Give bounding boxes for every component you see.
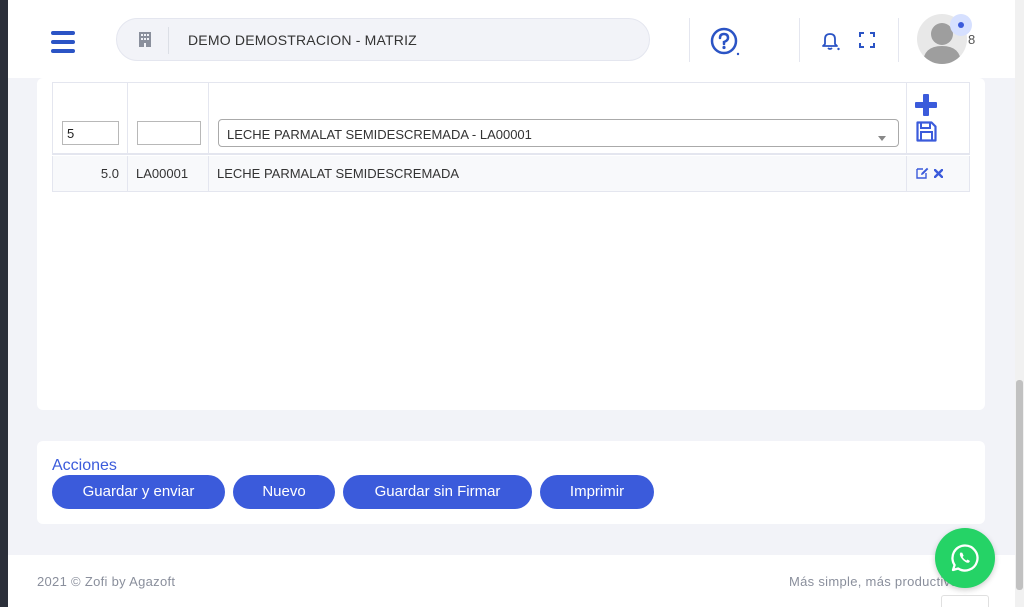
product-select[interactable]: LECHE PARMALAT SEMIDESCREMADA - LA00001 xyxy=(218,119,899,147)
quantity-input[interactable] xyxy=(62,121,119,145)
actions-card: Acciones Guardar y enviar Nuevo Guardar … xyxy=(37,441,985,524)
footer: 2021 © Zofi by Agazoft Más simple, más p… xyxy=(8,555,1015,607)
row-code: LA00001 xyxy=(136,166,189,181)
edit-icon[interactable] xyxy=(916,167,929,179)
whatsapp-button[interactable] xyxy=(935,528,995,588)
table-input-row: LECHE PARMALAT SEMIDESCREMADA - LA00001 xyxy=(52,82,970,155)
print-button[interactable]: Imprimir xyxy=(540,475,654,509)
table-row: 5.0 LA00001 LECHE PARMALAT SEMIDESCREMAD… xyxy=(52,156,970,192)
new-button[interactable]: Nuevo xyxy=(233,475,335,509)
footer-tagline: Más simple, más productivo xyxy=(789,574,958,589)
page-scrollbar[interactable] xyxy=(1015,0,1024,607)
bell-icon[interactable] xyxy=(820,31,840,51)
menu-icon[interactable] xyxy=(51,31,75,53)
row-description: LECHE PARMALAT SEMIDESCREMADA xyxy=(217,166,459,181)
whatsapp-icon xyxy=(951,544,979,572)
building-icon xyxy=(139,32,151,47)
product-select-value: LECHE PARMALAT SEMIDESCREMADA - LA00001 xyxy=(227,127,532,142)
save-and-send-button[interactable]: Guardar y enviar xyxy=(52,475,225,509)
fullscreen-icon[interactable] xyxy=(859,32,875,48)
delete-icon[interactable] xyxy=(934,169,943,178)
company-selector[interactable]: DEMO DEMOSTRACION - MATRIZ xyxy=(116,18,650,61)
scrollbar-thumb[interactable] xyxy=(1016,380,1023,590)
notification-count: 8 xyxy=(968,32,976,47)
top-header: DEMO DEMOSTRACION - MATRIZ 8 xyxy=(8,0,1015,78)
chevron-down-icon xyxy=(878,136,886,141)
save-icon[interactable] xyxy=(916,121,937,142)
footer-copyright: 2021 © Zofi by Agazoft xyxy=(37,574,176,589)
items-table: LECHE PARMALAT SEMIDESCREMADA - LA00001 … xyxy=(52,82,970,192)
code-input[interactable] xyxy=(137,121,201,145)
save-without-sign-button[interactable]: Guardar sin Firmar xyxy=(343,475,532,509)
company-name: DEMO DEMOSTRACION - MATRIZ xyxy=(188,32,417,48)
row-quantity: 5.0 xyxy=(100,166,119,181)
help-icon[interactable] xyxy=(710,27,740,57)
corner-widget xyxy=(941,595,989,607)
items-card: LECHE PARMALAT SEMIDESCREMADA - LA00001 … xyxy=(37,78,985,410)
left-sidebar-strip xyxy=(0,0,8,607)
actions-title: Acciones xyxy=(52,457,117,474)
plus-icon[interactable] xyxy=(915,94,937,116)
